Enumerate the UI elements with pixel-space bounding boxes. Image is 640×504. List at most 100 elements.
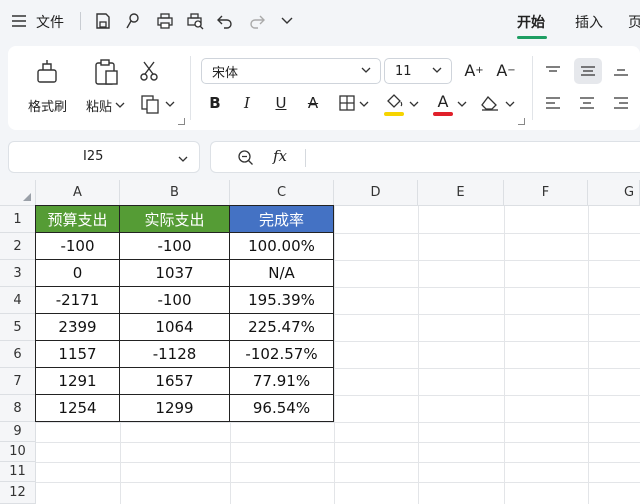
grow-font-glyph: A	[464, 60, 476, 80]
name-box-value: I25	[83, 149, 104, 164]
cell-a1[interactable]: 预算支出	[36, 206, 120, 233]
undo-icon[interactable]	[214, 10, 236, 32]
chevron-down-icon[interactable]	[114, 99, 126, 111]
row-header-10[interactable]: 10	[0, 442, 36, 462]
cell-c2[interactable]: 100.00%	[230, 233, 334, 260]
column-header-e[interactable]: E	[418, 180, 504, 206]
row-header-11[interactable]: 11	[0, 462, 36, 482]
redo-icon[interactable]	[246, 10, 268, 32]
cell-c5[interactable]: 225.47%	[230, 314, 334, 341]
scissors-icon[interactable]	[136, 58, 162, 84]
select-all-corner[interactable]	[0, 180, 36, 206]
format-painter-label[interactable]: 格式刷	[28, 96, 67, 115]
align-bottom-icon[interactable]	[610, 60, 632, 82]
align-center-icon[interactable]	[576, 92, 598, 114]
cell-a6[interactable]: 1157	[36, 341, 120, 368]
row-header-12[interactable]: 12	[0, 482, 36, 504]
align-top-icon[interactable]	[542, 60, 564, 82]
decrease-font-size-button[interactable]: A −	[494, 58, 518, 82]
align-left-icon[interactable]	[542, 92, 564, 114]
row-header-1[interactable]: 1	[0, 206, 36, 233]
tab-page-partial[interactable]: 页	[628, 12, 640, 32]
paste-label[interactable]: 粘贴	[86, 96, 112, 115]
cell-b2[interactable]: -100	[120, 233, 230, 260]
hamburger-menu-icon[interactable]	[8, 10, 30, 32]
chevron-down-icon	[360, 64, 372, 80]
font-size-value: 11	[395, 63, 412, 79]
row-header-3[interactable]: 3	[0, 260, 36, 287]
align-right-icon[interactable]	[610, 92, 632, 114]
chevron-down-icon[interactable]	[408, 98, 420, 110]
cell-a3[interactable]: 0	[36, 260, 120, 287]
align-middle-icon[interactable]	[574, 58, 602, 84]
cell-b6[interactable]: -1128	[120, 341, 230, 368]
cell-c4[interactable]: 195.39%	[230, 287, 334, 314]
cell-b1[interactable]: 实际支出	[120, 206, 230, 233]
cell-c8[interactable]: 96.54%	[230, 395, 334, 422]
cell-a8[interactable]: 1254	[36, 395, 120, 422]
cell-a5[interactable]: 2399	[36, 314, 120, 341]
gridline	[36, 462, 640, 463]
italic-button[interactable]: I	[236, 92, 258, 114]
chevron-down-icon[interactable]	[164, 98, 176, 110]
chevron-down-icon[interactable]	[504, 98, 516, 110]
column-header-b[interactable]: B	[120, 180, 230, 206]
cell-c1[interactable]: 完成率	[230, 206, 334, 233]
row-header-2[interactable]: 2	[0, 233, 36, 260]
font-name-select[interactable]: 宋体	[201, 58, 381, 84]
font-dialog-launcher[interactable]	[518, 118, 525, 125]
tab-home[interactable]: 开始	[517, 12, 545, 32]
formula-input[interactable]	[315, 149, 635, 167]
row-header-7[interactable]: 7	[0, 368, 36, 395]
chevron-down-icon[interactable]	[456, 98, 468, 110]
cell-c6[interactable]: -102.57%	[230, 341, 334, 368]
formula-bar: fx	[210, 141, 640, 173]
cell-a2[interactable]: -100	[36, 233, 120, 260]
row-header-6[interactable]: 6	[0, 341, 36, 368]
print-preview-icon[interactable]	[184, 10, 206, 32]
cell-a7[interactable]: 1291	[36, 368, 120, 395]
eraser-icon[interactable]	[478, 92, 502, 114]
zoom-icon[interactable]	[237, 149, 255, 171]
chevron-down-icon[interactable]	[276, 10, 298, 32]
row-header-8[interactable]: 8	[0, 395, 36, 422]
copy-icon[interactable]	[138, 92, 162, 116]
column-header-g[interactable]: G	[588, 180, 640, 206]
cell-b7[interactable]: 1657	[120, 368, 230, 395]
file-menu[interactable]: 文件	[36, 12, 64, 32]
print-icon[interactable]	[154, 10, 176, 32]
chevron-down-icon[interactable]	[177, 150, 189, 169]
font-size-select[interactable]: 11	[384, 58, 452, 84]
row-header-5[interactable]: 5	[0, 314, 36, 341]
menu-bar: 文件 开始 插入 页	[0, 0, 640, 44]
cell-c3[interactable]: N/A	[230, 260, 334, 287]
font-color-button[interactable]: A	[432, 90, 454, 112]
name-box[interactable]: I25	[8, 141, 200, 173]
cell-b3[interactable]: 1037	[120, 260, 230, 287]
chevron-down-icon	[431, 64, 443, 80]
strikethrough-button[interactable]: A	[302, 92, 324, 114]
tab-insert[interactable]: 插入	[575, 12, 603, 32]
cell-b8[interactable]: 1299	[120, 395, 230, 422]
cell-c7[interactable]: 77.91%	[230, 368, 334, 395]
underline-button[interactable]: U	[270, 92, 292, 114]
save-icon[interactable]	[92, 10, 114, 32]
borders-icon[interactable]	[336, 92, 358, 114]
bold-button[interactable]: B	[204, 92, 226, 114]
increase-font-size-button[interactable]: A +	[462, 58, 486, 82]
row-header-4[interactable]: 4	[0, 287, 36, 314]
cell-b5[interactable]: 1064	[120, 314, 230, 341]
paste-icon[interactable]	[90, 56, 122, 88]
column-header-d[interactable]: D	[334, 180, 418, 206]
share-icon[interactable]	[122, 10, 144, 32]
column-header-a[interactable]: A	[36, 180, 120, 206]
column-header-c[interactable]: C	[230, 180, 334, 206]
clipboard-dialog-launcher[interactable]	[178, 118, 185, 125]
cell-a4[interactable]: -2171	[36, 287, 120, 314]
function-icon[interactable]: fx	[273, 147, 287, 165]
row-header-9[interactable]: 9	[0, 422, 36, 442]
format-painter-icon[interactable]	[30, 56, 64, 88]
column-header-f[interactable]: F	[504, 180, 588, 206]
chevron-down-icon[interactable]	[358, 98, 370, 110]
cell-b4[interactable]: -100	[120, 287, 230, 314]
